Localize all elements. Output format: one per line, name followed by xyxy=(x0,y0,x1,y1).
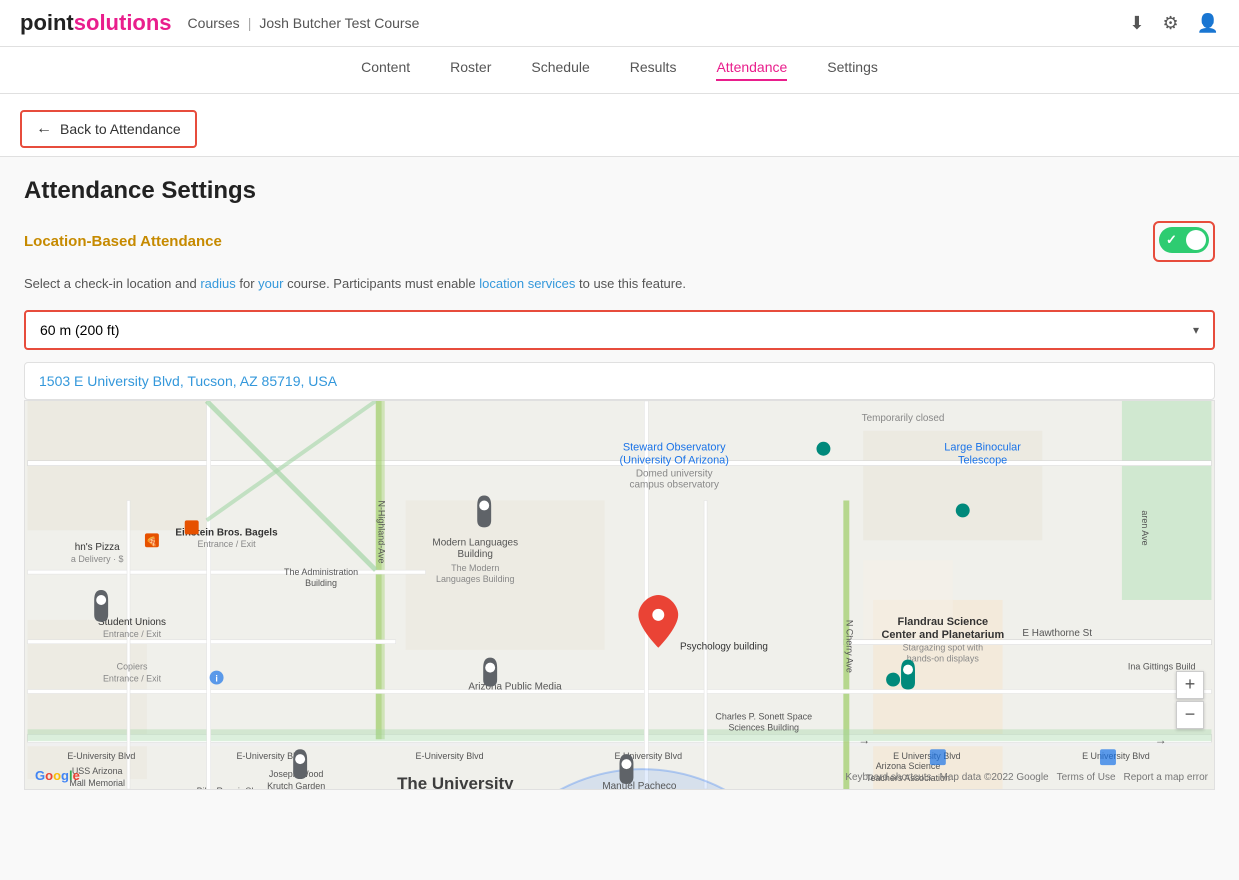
page-title: Attendance Settings xyxy=(24,177,1215,205)
svg-text:Large Binocular: Large Binocular xyxy=(944,441,1021,453)
map-footer-right: Keyboard shortcuts Map data ©2022 Google… xyxy=(845,772,1208,783)
description-text: Select a check-in location and radius fo… xyxy=(24,274,1215,294)
main-content: Attendance Settings Location-Based Atten… xyxy=(0,157,1239,880)
svg-text:aren Ave: aren Ave xyxy=(1140,510,1150,545)
google-logo: Google xyxy=(35,768,80,783)
svg-text:Languages Building: Languages Building xyxy=(436,574,515,584)
svg-text:N Cherry Ave: N Cherry Ave xyxy=(844,619,854,672)
nav-settings[interactable]: Settings xyxy=(827,59,878,81)
logo[interactable]: pointsolutions xyxy=(20,10,172,36)
breadcrumb: Courses | Josh Butcher Test Course xyxy=(188,15,420,31)
svg-text:The University: The University xyxy=(397,774,514,789)
nav-schedule[interactable]: Schedule xyxy=(531,59,589,81)
zoom-in-button[interactable]: + xyxy=(1176,671,1204,699)
svg-text:(University Of Arizona): (University Of Arizona) xyxy=(620,454,729,466)
header: pointsolutions Courses | Josh Butcher Te… xyxy=(0,0,1239,47)
svg-text:Modern Languages: Modern Languages xyxy=(432,537,518,548)
radius-select-wrapper: 30 m (100 ft) 60 m (200 ft) 90 m (300 ft… xyxy=(24,310,1215,350)
svg-text:campus observatory: campus observatory xyxy=(629,479,719,490)
svg-text:Psychology building: Psychology building xyxy=(680,641,768,652)
logo-solutions: solutions xyxy=(74,10,172,35)
svg-text:The Administration: The Administration xyxy=(284,567,358,577)
svg-text:Stargazing spot with: Stargazing spot with xyxy=(903,642,984,652)
location-toggle[interactable]: ✓ xyxy=(1159,227,1209,253)
svg-text:Student Unions: Student Unions xyxy=(98,616,166,627)
toggle-wrapper: ✓ xyxy=(1153,221,1215,262)
svg-text:Entrance / Exit: Entrance / Exit xyxy=(103,628,162,638)
section-label: Location-Based Attendance xyxy=(24,233,222,250)
back-arrow-icon: ← xyxy=(36,120,52,138)
svg-text:Sciences Building: Sciences Building xyxy=(728,722,799,732)
breadcrumb-separator: | xyxy=(248,15,252,31)
terms-of-use-link[interactable]: Terms of Use xyxy=(1057,772,1116,783)
breadcrumb-courses[interactable]: Courses xyxy=(188,15,240,31)
svg-text:hn's Pizza: hn's Pizza xyxy=(75,542,120,553)
svg-text:E-University Blvd: E-University Blvd xyxy=(67,751,135,761)
keyboard-shortcuts[interactable]: Keyboard shortcuts xyxy=(845,772,931,783)
svg-text:a Delivery · $: a Delivery · $ xyxy=(71,554,124,564)
svg-text:Bike Repair Shop: Bike Repair Shop xyxy=(197,785,267,788)
svg-text:Steward Observatory: Steward Observatory xyxy=(623,441,726,453)
svg-text:Telescope: Telescope xyxy=(958,454,1007,466)
map-container[interactable]: Steward Observatory (University Of Arizo… xyxy=(24,400,1215,790)
svg-text:→: → xyxy=(858,733,870,747)
radius-select[interactable]: 30 m (100 ft) 60 m (200 ft) 90 m (300 ft… xyxy=(26,312,1193,348)
header-icons: ⬇ ⚙ 👤 xyxy=(1129,13,1219,34)
map-svg: Steward Observatory (University Of Arizo… xyxy=(25,401,1214,789)
chevron-down-icon: ▾ xyxy=(1193,323,1213,337)
svg-text:Krutch Garden: Krutch Garden xyxy=(267,781,325,789)
breadcrumb-course-name[interactable]: Josh Butcher Test Course xyxy=(259,15,419,31)
map-footer: Google xyxy=(35,768,80,783)
address-field[interactable]: 1503 E University Blvd, Tucson, AZ 85719… xyxy=(24,362,1215,400)
zoom-out-button[interactable]: − xyxy=(1176,701,1204,729)
svg-text:→: → xyxy=(1155,733,1167,747)
map-background: Steward Observatory (University Of Arizo… xyxy=(25,401,1214,789)
back-button-label: Back to Attendance xyxy=(60,121,181,137)
svg-text:Center and Planetarium: Center and Planetarium xyxy=(881,628,1004,640)
toggle-check-icon: ✓ xyxy=(1166,232,1177,248)
svg-text:E-University Blvd: E-University Blvd xyxy=(416,751,484,761)
svg-text:Flandrau Science: Flandrau Science xyxy=(898,615,989,627)
svg-text:Domed university: Domed university xyxy=(636,468,713,479)
svg-text:Temporarily closed: Temporarily closed xyxy=(862,412,945,423)
back-to-attendance-button[interactable]: ← Back to Attendance xyxy=(20,110,197,148)
svg-text:Building: Building xyxy=(305,578,337,588)
map-data-text: Map data ©2022 Google xyxy=(939,772,1048,783)
nav-results[interactable]: Results xyxy=(630,59,677,81)
gear-icon[interactable]: ⚙ xyxy=(1162,13,1178,34)
report-map-error-link[interactable]: Report a map error xyxy=(1124,772,1208,783)
svg-text:Entrance / Exit: Entrance / Exit xyxy=(197,539,256,549)
svg-text:Building: Building xyxy=(458,549,493,560)
svg-text:Charles P. Sonett Space: Charles P. Sonett Space xyxy=(715,711,812,721)
logo-point: point xyxy=(20,10,74,35)
nav-attendance[interactable]: Attendance xyxy=(716,59,787,81)
svg-text:The Modern: The Modern xyxy=(451,563,499,573)
nav-content[interactable]: Content xyxy=(361,59,410,81)
nav: Content Roster Schedule Results Attendan… xyxy=(0,47,1239,94)
svg-text:🍕: 🍕 xyxy=(146,535,157,546)
section-row: Location-Based Attendance ✓ xyxy=(24,221,1215,262)
svg-text:hands-on displays: hands-on displays xyxy=(907,653,980,663)
svg-text:E University Blvd: E University Blvd xyxy=(893,751,961,761)
svg-text:E Hawthorne St: E Hawthorne St xyxy=(1022,627,1092,638)
svg-text:i: i xyxy=(215,673,217,683)
toggle-knob xyxy=(1186,230,1206,250)
back-btn-wrapper: ← Back to Attendance xyxy=(0,94,1239,157)
svg-text:Entrance / Exit: Entrance / Exit xyxy=(103,673,162,683)
download-icon[interactable]: ⬇ xyxy=(1129,13,1144,34)
map-controls: + − xyxy=(1176,671,1204,729)
svg-text:N-Highland-Ave: N-Highland-Ave xyxy=(377,500,387,563)
header-left: pointsolutions Courses | Josh Butcher Te… xyxy=(20,10,419,36)
svg-text:Copiers: Copiers xyxy=(117,661,148,671)
svg-text:Arizona Public Media: Arizona Public Media xyxy=(468,681,562,692)
user-icon[interactable]: 👤 xyxy=(1197,13,1219,34)
svg-text:Manuel Pacheco: Manuel Pacheco xyxy=(602,781,676,789)
nav-roster[interactable]: Roster xyxy=(450,59,491,81)
